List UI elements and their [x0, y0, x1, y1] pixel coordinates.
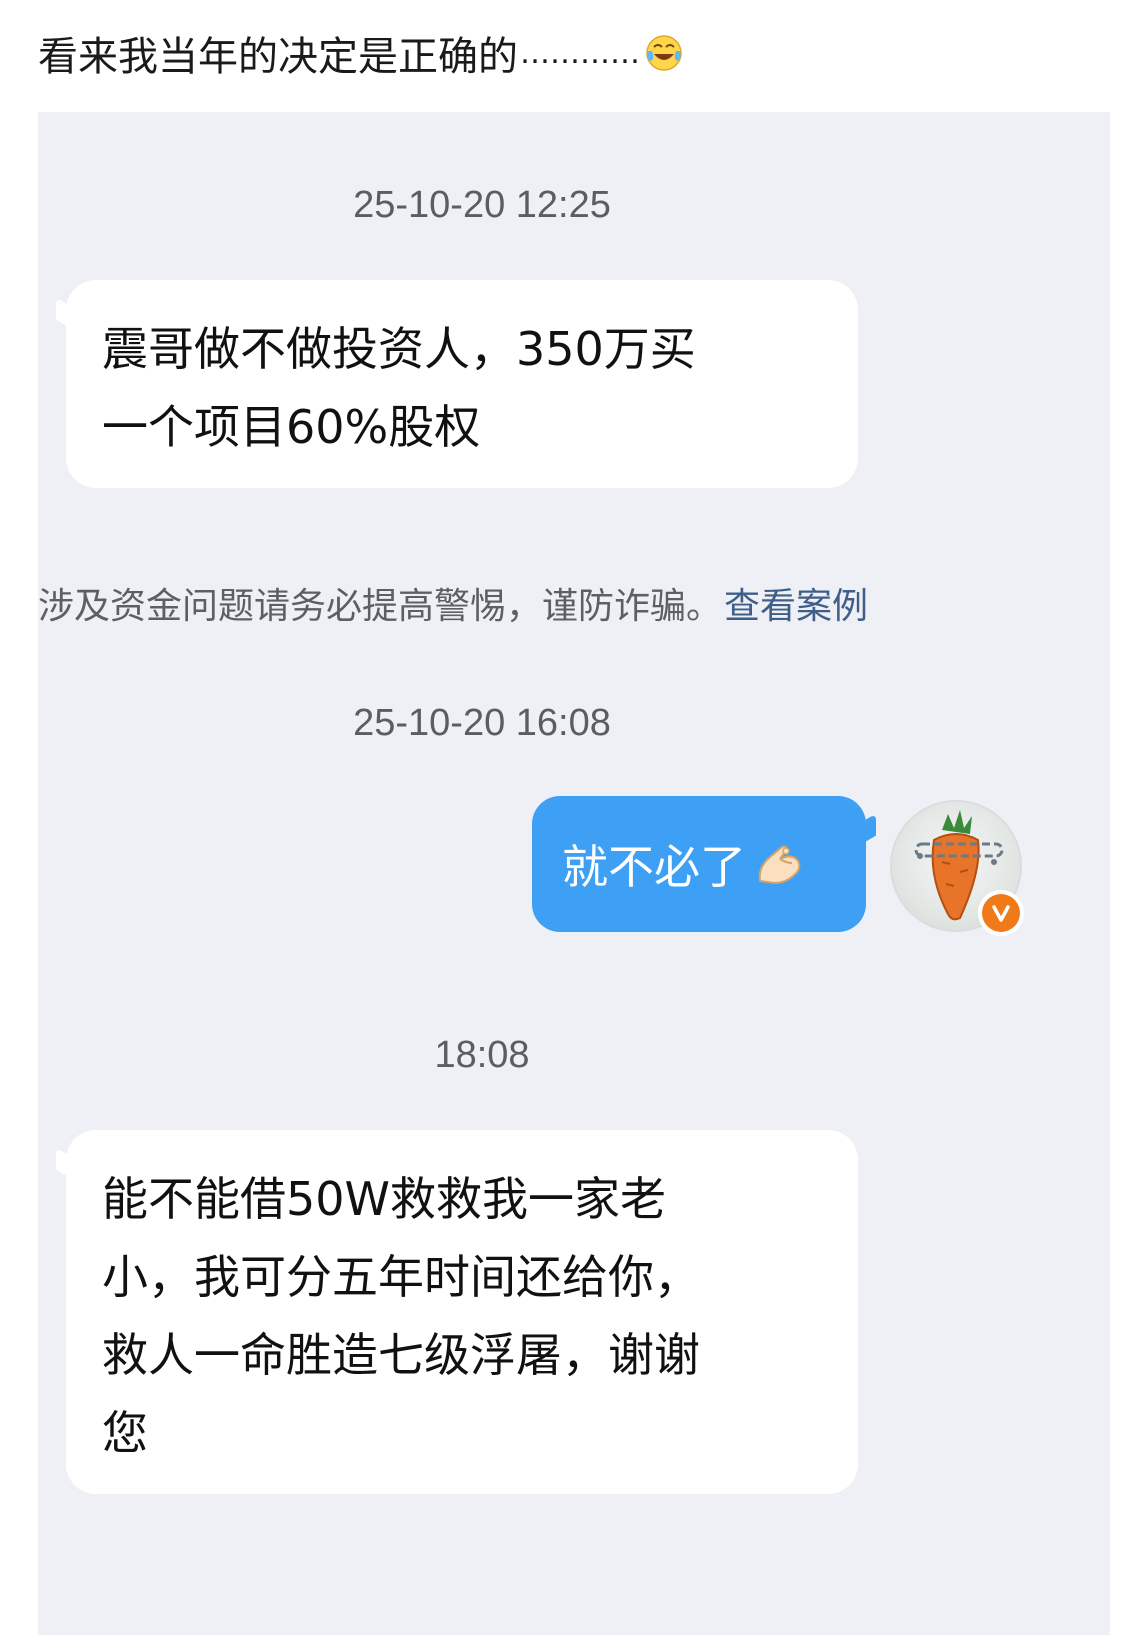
fraud-warning-text: 涉及资金问题请务必提高警惕，谨防诈骗。	[38, 586, 723, 627]
incoming-message-bubble[interactable]: 能不能借50W救救我一家老 小，我可分五年时间还给你， 救人一命胜造七级浮屠，谢…	[66, 1130, 858, 1494]
tears-of-joy-emoji-icon	[644, 33, 684, 73]
message-line: 能不能借50W救救我一家老	[102, 1172, 667, 1226]
fraud-warning-notice: 涉及资金问题请务必提高警惕，谨防诈骗。查看案例	[38, 577, 938, 629]
chat-panel[interactable]: 25-10-20 12:25 震哥做不做投资人，350万买 一个项目60%股权 …	[38, 112, 1110, 1635]
post-title: 看来我当年的决定是正确的	[38, 34, 518, 80]
message-line: 您	[102, 1406, 148, 1460]
post-title-dots: …………	[520, 35, 640, 71]
outgoing-message-bubble[interactable]: 就不必了	[532, 796, 866, 932]
chat-timestamp: 25-10-20 12:25	[353, 184, 611, 226]
pinching-hand-emoji-icon	[752, 837, 806, 891]
chat-timestamp: 18:08	[434, 1034, 530, 1076]
message-text: 就不必了	[562, 840, 746, 894]
verified-badge	[978, 890, 1024, 936]
message-line: 救人一命胜造七级浮屠，谢谢	[102, 1328, 700, 1382]
post-title-row: 看来我当年的决定是正确的 …………	[38, 18, 1098, 88]
message-line: 震哥做不做投资人，350万买	[102, 322, 696, 376]
message-line: 小，我可分五年时间还给你，	[102, 1250, 700, 1304]
chat-timestamp: 25-10-20 16:08	[353, 702, 611, 744]
view-cases-link[interactable]: 查看案例	[724, 586, 868, 627]
message-line: 一个项目60%股权	[102, 400, 481, 454]
verified-v-icon	[992, 905, 1010, 922]
incoming-message-bubble[interactable]: 震哥做不做投资人，350万买 一个项目60%股权	[66, 280, 858, 488]
